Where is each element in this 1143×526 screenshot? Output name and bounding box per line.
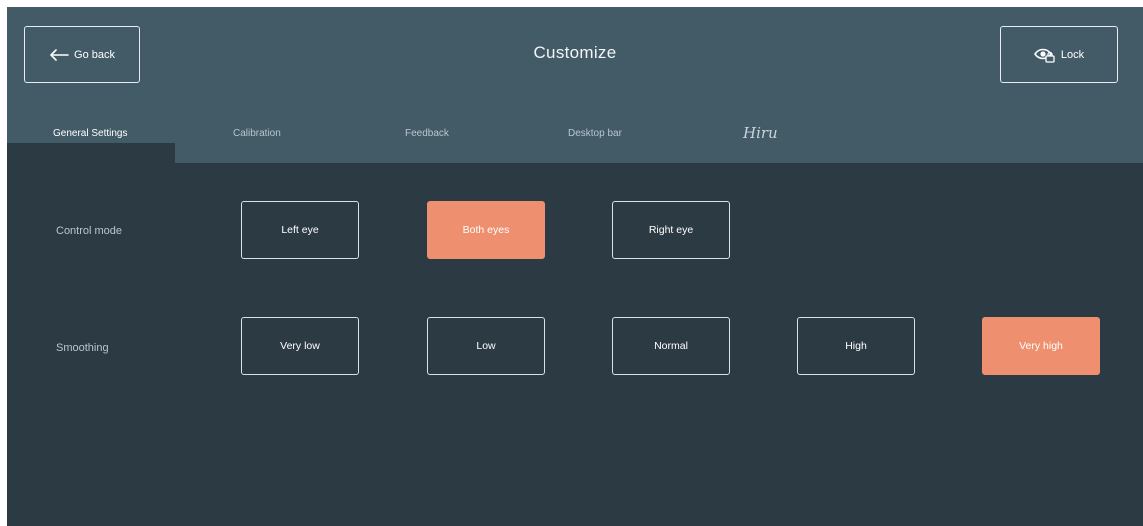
control-mode-both-eyes-button[interactable]: Both eyes: [427, 201, 545, 259]
eye-lock-icon: [1033, 47, 1056, 63]
header-bar: Go back Customize Lock General Settings …: [7, 7, 1143, 163]
tab-calibration[interactable]: Calibration: [233, 111, 281, 163]
lock-label: Lock: [1060, 48, 1085, 61]
tab-bar: General Settings Calibration Feedback De…: [7, 111, 1143, 163]
smoothing-very-low-button[interactable]: Very low: [241, 317, 359, 375]
tab-desktop-bar[interactable]: Desktop bar: [568, 111, 622, 163]
page-title: Customize: [533, 43, 617, 62]
tab-feedback[interactable]: Feedback: [405, 111, 449, 163]
control-mode-label: Control mode: [56, 225, 123, 237]
control-mode-left-eye-button[interactable]: Left eye: [241, 201, 359, 259]
tab-hiru-logo[interactable]: Hiru: [743, 111, 778, 163]
lock-button[interactable]: Lock: [1000, 26, 1118, 83]
app-window: Go back Customize Lock General Settings …: [7, 7, 1143, 526]
smoothing-low-button[interactable]: Low: [427, 317, 545, 375]
control-mode-right-eye-button[interactable]: Right eye: [612, 201, 730, 259]
smoothing-very-high-button[interactable]: Very high: [982, 317, 1100, 375]
smoothing-high-button[interactable]: High: [797, 317, 915, 375]
smoothing-label: Smoothing: [56, 342, 109, 354]
tab-general-settings[interactable]: General Settings: [7, 111, 175, 163]
smoothing-normal-button[interactable]: Normal: [612, 317, 730, 375]
